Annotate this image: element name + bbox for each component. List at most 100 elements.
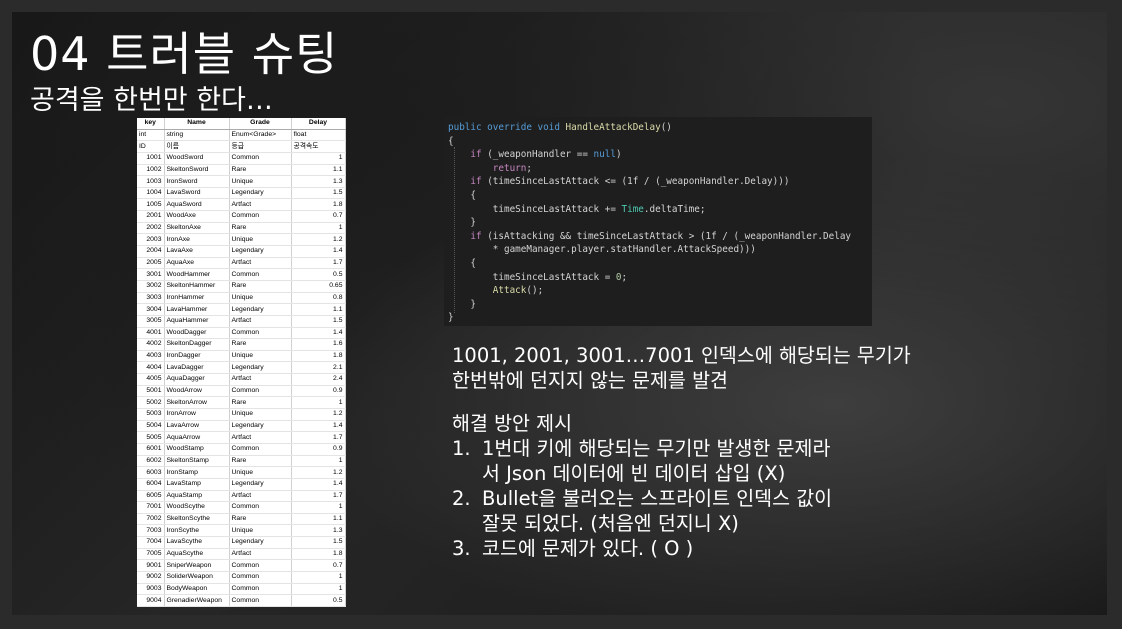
key-cell: 9001 (137, 559, 165, 572)
key-cell: 4004 (137, 361, 165, 375)
name-cell: LavaDagger (164, 361, 230, 375)
table-row: 5004 LavaArrow Legendary 1.4 (137, 420, 346, 433)
name-cell: BodyWeapon (164, 583, 230, 596)
name-cell: IronSword (164, 175, 230, 188)
table-row: 9001 SniperWeapon Common 0.7 (137, 559, 346, 572)
table-row: 5001 WoodArrow Common 0.9 (137, 385, 346, 398)
grade-cell: Rare (229, 338, 292, 351)
item-2-line-2: 잘못 되었다. (처음엔 던지니 X) (482, 512, 739, 535)
table-row: 7002 SkeltonScythe Rare 1.1 (137, 513, 346, 526)
key-cell: 6001 (137, 443, 165, 456)
grade-cell: Unique (229, 233, 292, 247)
slide-subtitle: 공격을 한번만 한다… (30, 85, 273, 116)
code-token: Time (621, 203, 644, 215)
key-cell: 2005 (137, 257, 165, 270)
table-row: 5005 AquaArrow Artfact 1.7 (137, 431, 346, 444)
delay-cell: 1.4 (291, 327, 346, 340)
table-row: 6002 SkeltonStamp Rare 1 (137, 455, 346, 468)
table-row: 6003 IronStamp Unique 1.2 (137, 466, 346, 479)
name-cell: IronHammer (164, 292, 230, 305)
table-row: 6001 WoodStamp Common 0.9 (137, 443, 346, 456)
grade-cell: Unique (229, 292, 292, 305)
code-token: } (448, 217, 476, 229)
code-line: if (timeSinceLastAttack <= (1f / (_weapo… (448, 175, 872, 189)
name-cell: IronStamp (164, 466, 230, 479)
key-cell: 2002 (137, 222, 165, 235)
code-token: * gameManager.player.statHandler.AttackS… (448, 244, 756, 256)
code-token: timeSinceLastAttack = (448, 271, 616, 283)
problem-line-1: 1001, 2001, 3001…7001 인덱스에 해당되는 무기가 (452, 344, 911, 367)
name-cell: LavaAxe (164, 245, 230, 258)
name-cell: GrenadierWeapon (164, 594, 230, 607)
grade-cell: Rare (229, 455, 292, 468)
code-line: } (448, 311, 872, 325)
delay-cell: 0.9 (291, 443, 346, 456)
name-cell: LavaArrow (164, 420, 230, 433)
label-cell: 이름 (164, 140, 230, 153)
item-1-line-1: 1번대 키에 해당되는 무기만 발생한 문제라 (482, 437, 831, 460)
delay-cell: 1.1 (291, 303, 346, 316)
key-cell: 6005 (137, 490, 165, 503)
delay-cell: 1.3 (291, 524, 346, 538)
name-cell: SkeltonStamp (164, 455, 230, 468)
delay-cell: 1 (291, 152, 346, 165)
item-3-number: 3. (452, 537, 471, 560)
key-cell: 1001 (137, 152, 165, 165)
name-cell: SkeltonAxe (164, 222, 230, 235)
code-token: (isAttacking && timeSinceLastAttack > (1… (481, 230, 852, 242)
grade-cell: Legendary (229, 187, 292, 200)
code-token: if (470, 176, 482, 188)
table-row: 1002 SkeltonSword Rare 1.1 (137, 164, 346, 177)
delay-cell: 0.8 (291, 292, 346, 305)
code-token: } (448, 312, 454, 324)
key-cell: 5005 (137, 431, 165, 444)
table-row: 4001 WoodDagger Common 1.4 (137, 327, 346, 340)
code-token: (); (526, 285, 544, 297)
name-cell: SkeltonSword (164, 164, 230, 177)
delay-cell: 1.6 (291, 338, 346, 351)
name-cell: LavaStamp (164, 478, 230, 491)
table-row: 1001 WoodSword Common 1 (137, 152, 346, 165)
code-snippet: public override void HandleAttackDelay()… (444, 117, 872, 326)
grade-cell: Common (229, 210, 292, 223)
table-row: 7005 AquaScythe Artfact 1.8 (137, 548, 346, 561)
key-cell: 4002 (137, 338, 165, 351)
key-cell: 1002 (137, 164, 165, 177)
table-row: 1003 IronSword Unique 1.3 (137, 175, 346, 188)
delay-cell: 0.65 (291, 280, 346, 293)
delay-cell: 1.4 (291, 245, 346, 258)
delay-cell: 1.4 (291, 420, 346, 433)
delay-cell: 1 (291, 583, 346, 596)
key-cell: 3004 (137, 303, 165, 316)
name-cell: LavaSword (164, 187, 230, 200)
delay-cell: 1 (291, 455, 346, 468)
name-cell: AquaScythe (164, 548, 230, 561)
problem-line-2: 한번밖에 던지지 않는 문제를 발견 (452, 369, 728, 392)
delay-cell: 0.7 (291, 559, 346, 572)
delay-cell: 0.9 (291, 385, 346, 398)
delay-cell: 1.5 (291, 187, 346, 200)
name-cell: AquaDagger (164, 373, 230, 386)
column-header-key: key (137, 118, 165, 130)
table-row: 4003 IronDagger Unique 1.8 (137, 350, 346, 363)
code-token: ; (526, 162, 532, 174)
key-cell: 2004 (137, 245, 165, 258)
delay-cell: 0.5 (291, 268, 346, 281)
key-cell: 5001 (137, 385, 165, 398)
key-cell: 2003 (137, 233, 165, 247)
code-line: return; (448, 162, 872, 176)
table-row: 3005 AquaHammer Artfact 1.5 (137, 315, 346, 328)
table-row: 4004 LavaDagger Legendary 2.1 (137, 361, 346, 375)
grade-cell: Unique (229, 408, 292, 421)
code-line: timeSinceLastAttack = 0; (448, 271, 872, 285)
table-row: 9003 BodyWeapon Common 1 (137, 583, 346, 596)
grade-cell: Legendary (229, 536, 292, 549)
table-row: 5003 IronArrow Unique 1.2 (137, 408, 346, 421)
grade-cell: Artfact (229, 315, 292, 328)
key-cell: 4003 (137, 350, 165, 363)
grade-cell: Rare (229, 396, 292, 410)
code-line: * gameManager.player.statHandler.AttackS… (448, 243, 872, 257)
key-cell: 2001 (137, 210, 165, 223)
delay-cell: 1 (291, 396, 346, 410)
table-row: 2004 LavaAxe Legendary 1.4 (137, 245, 346, 258)
